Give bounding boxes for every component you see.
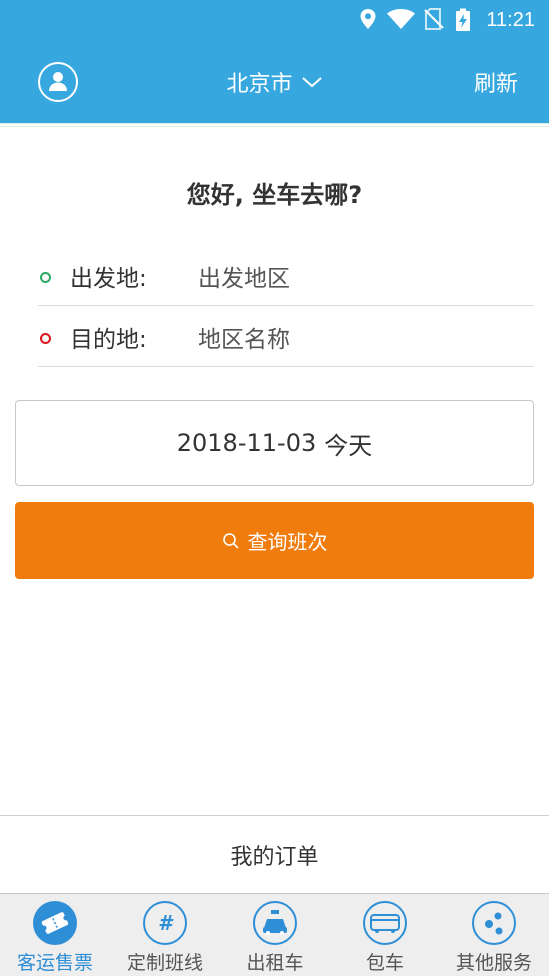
destination-label: 目的地: [70, 327, 147, 353]
departure-field[interactable]: 出发地: 出发地区 [38, 245, 534, 306]
user-icon [49, 72, 67, 91]
search-button-label: 查询班次 [247, 530, 328, 554]
date-day-label: 今天 [324, 431, 373, 460]
bus-icon [363, 901, 407, 945]
date-picker[interactable]: 2018-11-03 今天 [15, 400, 534, 486]
departure-dot-icon [40, 272, 51, 283]
search-schedule-button[interactable]: 查询班次 [15, 502, 534, 579]
city-name: 北京市 [226, 72, 293, 97]
battery-charging-icon [456, 8, 470, 31]
departure-label: 出发地: [70, 266, 147, 292]
location-icon [360, 9, 376, 29]
header-divider [0, 123, 549, 127]
refresh-button[interactable]: 刷新 [474, 66, 518, 98]
city-selector[interactable]: 北京市 [226, 66, 322, 98]
tab-charter-bus[interactable]: 包车 [330, 894, 440, 976]
tab-label: 其他服务 [455, 952, 532, 974]
chevron-down-icon [301, 77, 322, 88]
custom-route-icon: # [143, 901, 187, 945]
search-icon [222, 532, 239, 549]
app-header: 11:21 北京市 刷新 [0, 0, 549, 123]
tab-bus-ticket[interactable]: 客运售票 [0, 894, 110, 976]
share-icon [472, 901, 516, 945]
greeting-title: 您好, 坐车去哪? [186, 181, 363, 209]
destination-field[interactable]: 目的地: 地区名称 [38, 306, 534, 367]
tab-label: 定制班线 [126, 952, 203, 974]
destination-value: 地区名称 [198, 327, 290, 353]
status-bar: 11:21 [0, 0, 549, 40]
tab-label: 包车 [365, 952, 404, 974]
my-orders-button[interactable]: 我的订单 [0, 815, 549, 893]
avatar-button[interactable] [38, 62, 78, 102]
tab-label: 出租车 [246, 952, 304, 974]
svg-text:#: # [158, 911, 174, 935]
bottom-tab-bar: 客运售票 # 定制班线 出租车 包车 其他服务 [0, 893, 549, 976]
taxi-icon [253, 901, 297, 945]
wifi-icon [387, 9, 415, 29]
tab-custom-route[interactable]: # 定制班线 [110, 894, 220, 976]
departure-value: 出发地区 [198, 266, 290, 292]
no-sim-icon [424, 8, 444, 30]
date-value: 2018-11-03 [176, 429, 317, 457]
tab-other-services[interactable]: 其他服务 [439, 894, 549, 976]
destination-dot-icon [40, 333, 51, 344]
status-time: 11:21 [486, 9, 535, 31]
tab-label: 客运售票 [16, 952, 93, 974]
tab-taxi[interactable]: 出租车 [220, 894, 330, 976]
my-orders-label: 我的订单 [230, 844, 319, 870]
ticket-icon [33, 901, 77, 945]
